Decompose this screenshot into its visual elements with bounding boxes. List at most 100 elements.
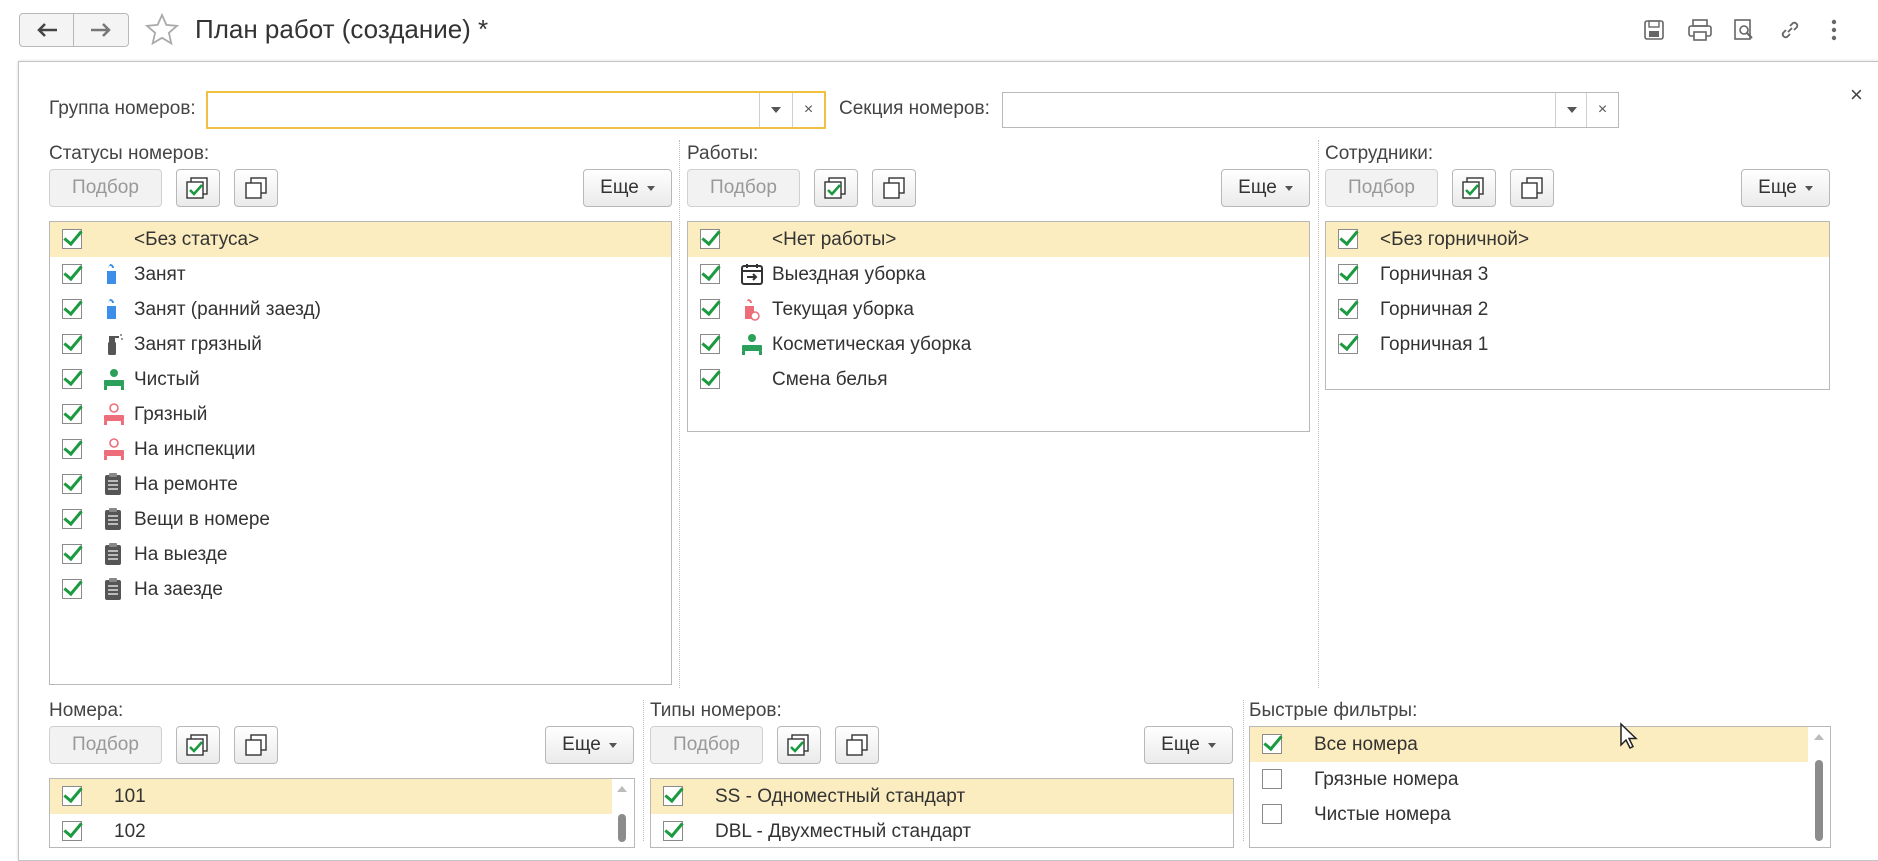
section-combo[interactable]: × bbox=[1002, 92, 1619, 128]
room-types-list[interactable]: SS - Одноместный стандарт DBL - Двухместн… bbox=[650, 778, 1234, 848]
list-item-checkbox[interactable] bbox=[62, 786, 82, 806]
list-item[interactable]: DBL - Двухместный стандарт bbox=[651, 814, 1233, 847]
works-check-all-button[interactable] bbox=[814, 169, 858, 207]
list-item[interactable]: Горничная 3 bbox=[1326, 257, 1829, 292]
group-combo[interactable]: × bbox=[206, 91, 826, 129]
quick-filters-list[interactable]: Все номера Грязные номера Чистые номера bbox=[1249, 726, 1831, 848]
list-item[interactable]: Косметическая уборка bbox=[688, 327, 1309, 362]
rooms-more-button[interactable]: Еще bbox=[545, 726, 634, 764]
list-item-checkbox[interactable] bbox=[62, 299, 82, 319]
preview-icon[interactable] bbox=[1730, 16, 1758, 44]
list-item-checkbox[interactable] bbox=[1338, 334, 1358, 354]
list-item-checkbox[interactable] bbox=[700, 229, 720, 249]
list-item[interactable]: На инспекции bbox=[50, 432, 671, 467]
list-item-checkbox[interactable] bbox=[1262, 769, 1282, 789]
list-item-checkbox[interactable] bbox=[62, 509, 82, 529]
list-item[interactable]: На ремонте bbox=[50, 467, 671, 502]
statuses-list[interactable]: <Без статуса> Занят Занят (ранний заезд) За… bbox=[49, 221, 672, 685]
statuses-more-button[interactable]: Еще bbox=[583, 169, 672, 207]
list-item[interactable]: SS - Одноместный стандарт bbox=[651, 779, 1233, 814]
staff-check-all-button[interactable] bbox=[1452, 169, 1496, 207]
rooms-uncheck-all-button[interactable] bbox=[234, 726, 278, 764]
list-item-checkbox[interactable] bbox=[62, 439, 82, 459]
list-item[interactable]: Чистые номера bbox=[1250, 797, 1808, 832]
rooms-scrollbar[interactable] bbox=[614, 782, 630, 842]
list-item[interactable]: Все номера bbox=[1250, 727, 1808, 762]
works-uncheck-all-button[interactable] bbox=[872, 169, 916, 207]
list-item-checkbox[interactable] bbox=[62, 334, 82, 354]
statuses-check-all-button[interactable] bbox=[176, 169, 220, 207]
section-dropdown-button[interactable] bbox=[1555, 93, 1587, 127]
close-form-icon[interactable]: × bbox=[1850, 82, 1863, 108]
more-menu-icon[interactable] bbox=[1820, 16, 1848, 44]
statuses-pick-button[interactable]: Подбор bbox=[49, 169, 162, 207]
list-item-label: Занят грязный bbox=[134, 333, 262, 355]
room-types-more-button[interactable]: Еще bbox=[1144, 726, 1233, 764]
works-more-button[interactable]: Еще bbox=[1221, 169, 1310, 207]
favorite-star-icon[interactable] bbox=[143, 12, 181, 53]
list-item[interactable]: Грязные номера bbox=[1250, 762, 1808, 797]
list-item-checkbox[interactable] bbox=[62, 579, 82, 599]
list-item[interactable]: Занят (ранний заезд) bbox=[50, 292, 671, 327]
room-types-check-all-button[interactable] bbox=[777, 726, 821, 764]
list-item[interactable]: На выезде bbox=[50, 537, 671, 572]
list-item-checkbox[interactable] bbox=[62, 544, 82, 564]
list-item[interactable]: Вещи в номере bbox=[50, 502, 671, 537]
list-item[interactable]: 102 bbox=[50, 814, 612, 847]
chevron-down-icon bbox=[1207, 742, 1216, 748]
list-item[interactable]: Текущая уборка bbox=[688, 292, 1309, 327]
group-dropdown-button[interactable] bbox=[759, 93, 791, 127]
back-button[interactable] bbox=[19, 13, 74, 47]
rooms-check-all-button[interactable] bbox=[176, 726, 220, 764]
rooms-pick-button[interactable]: Подбор bbox=[49, 726, 162, 764]
list-item[interactable]: Чистый bbox=[50, 362, 671, 397]
list-item[interactable]: Горничная 1 bbox=[1326, 327, 1829, 362]
list-item-checkbox[interactable] bbox=[1338, 229, 1358, 249]
works-list[interactable]: <Нет работы> Выездная уборка Текущая уборк… bbox=[687, 221, 1310, 432]
statuses-uncheck-all-button[interactable] bbox=[234, 169, 278, 207]
list-item-checkbox[interactable] bbox=[1262, 734, 1282, 754]
list-item-checkbox[interactable] bbox=[1338, 264, 1358, 284]
list-item-checkbox[interactable] bbox=[700, 264, 720, 284]
list-item-checkbox[interactable] bbox=[663, 821, 683, 841]
staff-uncheck-all-button[interactable] bbox=[1510, 169, 1554, 207]
group-clear-button[interactable]: × bbox=[792, 93, 824, 127]
list-item[interactable]: Занят грязный bbox=[50, 327, 671, 362]
staff-list[interactable]: <Без горничной> Горничная 3 Горничная 2 Гор… bbox=[1325, 221, 1830, 390]
link-icon[interactable] bbox=[1776, 16, 1804, 44]
list-item-checkbox[interactable] bbox=[663, 786, 683, 806]
list-item-checkbox[interactable] bbox=[62, 369, 82, 389]
list-item-checkbox[interactable] bbox=[62, 264, 82, 284]
rooms-list[interactable]: 101 102 bbox=[49, 778, 635, 848]
room-types-uncheck-all-button[interactable] bbox=[835, 726, 879, 764]
list-item-checkbox[interactable] bbox=[1262, 804, 1282, 824]
list-item[interactable]: 101 bbox=[50, 779, 612, 814]
print-icon[interactable] bbox=[1686, 16, 1714, 44]
works-pick-button[interactable]: Подбор bbox=[687, 169, 800, 207]
list-item-checkbox[interactable] bbox=[62, 474, 82, 494]
list-item-checkbox[interactable] bbox=[700, 334, 720, 354]
list-item-checkbox[interactable] bbox=[1338, 299, 1358, 319]
list-item[interactable]: <Нет работы> bbox=[688, 222, 1309, 257]
quick-filters-scrollbar[interactable] bbox=[1811, 730, 1827, 841]
staff-pick-button[interactable]: Подбор bbox=[1325, 169, 1438, 207]
list-item[interactable]: Занят bbox=[50, 257, 671, 292]
room-types-pick-button[interactable]: Подбор bbox=[650, 726, 763, 764]
list-item[interactable]: Выездная уборка bbox=[688, 257, 1309, 292]
list-item[interactable]: Смена белья bbox=[688, 362, 1309, 397]
save-icon[interactable] bbox=[1640, 16, 1668, 44]
chevron-down-icon bbox=[646, 185, 655, 191]
staff-more-button[interactable]: Еще bbox=[1741, 169, 1830, 207]
list-item-checkbox[interactable] bbox=[700, 299, 720, 319]
list-item-checkbox[interactable] bbox=[62, 404, 82, 424]
list-item-checkbox[interactable] bbox=[62, 821, 82, 841]
section-clear-button[interactable]: × bbox=[1586, 93, 1618, 127]
list-item[interactable]: <Без горничной> bbox=[1326, 222, 1829, 257]
list-item[interactable]: <Без статуса> bbox=[50, 222, 671, 257]
list-item-checkbox[interactable] bbox=[62, 229, 82, 249]
list-item[interactable]: На заезде bbox=[50, 572, 671, 607]
list-item[interactable]: Грязный bbox=[50, 397, 671, 432]
list-item-checkbox[interactable] bbox=[700, 369, 720, 389]
list-item[interactable]: Горничная 2 bbox=[1326, 292, 1829, 327]
forward-button[interactable] bbox=[74, 13, 129, 47]
